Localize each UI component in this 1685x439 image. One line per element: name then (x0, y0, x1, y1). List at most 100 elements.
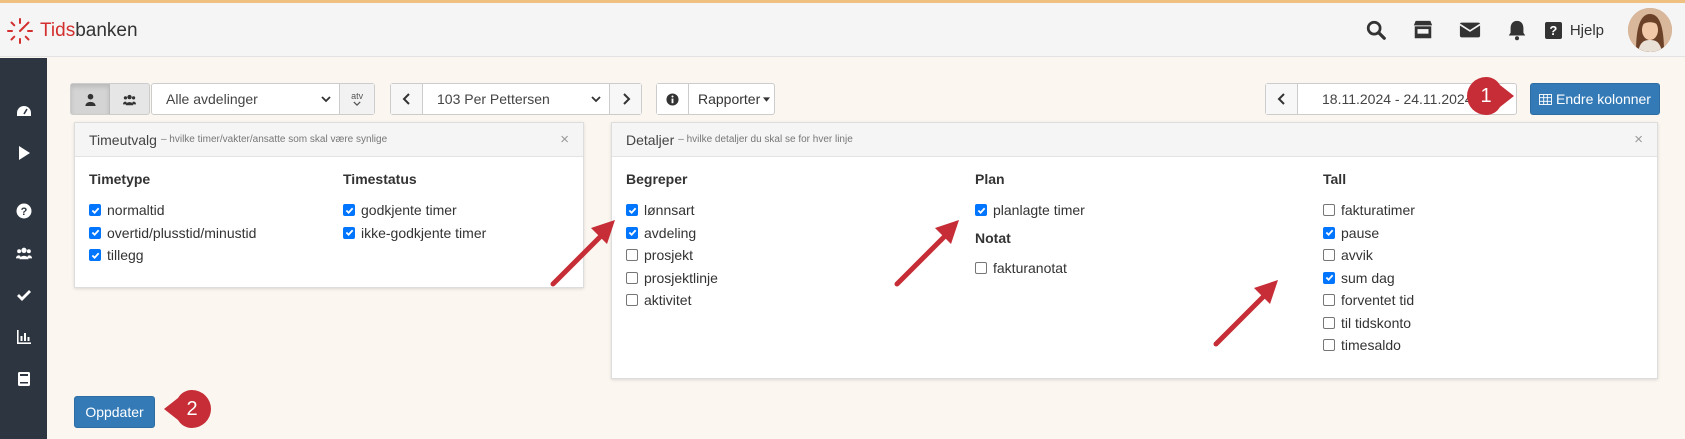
checkbox-label: sum dag (1341, 269, 1395, 286)
checkbox-option[interactable]: ikke-godkjente timer (343, 225, 486, 241)
checkbox-label: tillegg (107, 247, 144, 263)
bar-chart-icon[interactable] (0, 322, 47, 352)
avatar[interactable] (1628, 8, 1672, 52)
checkbox-label: lønnsart (644, 202, 695, 218)
checkbox-label: timesaldo (1341, 337, 1401, 353)
checkbox[interactable] (89, 249, 101, 261)
clock-logo-icon (7, 18, 33, 44)
checkbox-option[interactable]: pause (1323, 225, 1379, 241)
question-icon[interactable]: ? (0, 196, 47, 226)
checkbox[interactable] (1323, 339, 1335, 351)
pointer-arrow (1213, 280, 1278, 347)
department-select-group: Alle avdelinger atv (151, 83, 375, 115)
callout-number-1: 1 (1480, 84, 1492, 107)
checkbox-option[interactable]: til tidskonto (1323, 315, 1411, 331)
details-panel: Detaljer – hvilke detaljer du skal se fo… (611, 122, 1658, 379)
checkbox[interactable] (626, 226, 638, 239)
group-view-button[interactable] (110, 84, 149, 114)
update-button[interactable]: Oppdater (74, 396, 155, 428)
checkbox[interactable] (1323, 316, 1335, 329)
checkbox-option[interactable]: prosjektlinje (626, 270, 718, 286)
checkbox-option[interactable]: normaltid (89, 202, 165, 218)
search-icon[interactable] (1353, 3, 1400, 57)
checkbox-option[interactable]: planlagte timer (975, 202, 1085, 218)
time-selection-subtitle: – hvilke timer/vakter/ansatte som skal v… (160, 134, 388, 145)
department-addon-button[interactable]: atv (339, 84, 374, 114)
checkbox[interactable] (626, 271, 638, 284)
plan-header: Plan (975, 171, 1005, 187)
checkbox[interactable] (1323, 294, 1335, 306)
checkbox[interactable] (343, 204, 355, 216)
single-user-view-button[interactable] (71, 84, 111, 114)
logo[interactable]: Tidsbanken (6, 17, 138, 45)
change-columns-button[interactable]: Endre kolonner (1530, 83, 1660, 115)
question-icon: ? (1544, 21, 1562, 39)
envelope-icon[interactable] (1447, 3, 1494, 57)
chevron-left-icon (402, 93, 410, 105)
navbar-right: ? Hjelp (1353, 3, 1685, 57)
table-icon (1539, 93, 1552, 105)
checkbox[interactable] (626, 204, 638, 216)
checkbox-option[interactable]: lønnsart (626, 202, 695, 218)
numbers-header: Tall (1323, 171, 1347, 187)
checkbox-option[interactable]: overtid/plusstid/minustid (89, 225, 256, 241)
next-employee-button[interactable] (609, 84, 641, 114)
previous-week-button[interactable] (1266, 84, 1298, 114)
info-button[interactable] (657, 84, 689, 114)
checkbox-option[interactable]: timesaldo (1323, 337, 1401, 353)
checkbox[interactable] (975, 204, 987, 216)
check-icon[interactable] (0, 280, 47, 310)
checkbox-option[interactable]: fakturanotat (975, 260, 1067, 276)
checkbox[interactable] (626, 249, 638, 261)
employee-select-value: 103 Per Pettersen (437, 91, 550, 107)
checkbox-label: prosjekt (644, 247, 694, 263)
bell-icon[interactable] (1494, 3, 1541, 57)
checkbox[interactable] (89, 204, 101, 216)
checkbox[interactable] (975, 262, 987, 274)
info-icon (666, 92, 679, 106)
checkbox-option[interactable]: avvik (1323, 247, 1373, 263)
checkbox-label: planlagte timer (993, 202, 1085, 218)
checkbox[interactable] (626, 294, 638, 306)
note-header: Notat (975, 230, 1011, 246)
pointer-arrow (894, 220, 959, 287)
close-icon[interactable]: × (560, 131, 569, 148)
checkbox-option[interactable]: sum dag (1323, 270, 1395, 286)
reports-dropdown[interactable]: Rapporter (689, 91, 771, 107)
checkbox[interactable] (1323, 204, 1335, 216)
checkbox-option[interactable]: aktivitet (626, 292, 691, 308)
close-icon[interactable]: × (1634, 131, 1643, 148)
top-navbar: Tidsbanken ? Hjelp (0, 3, 1685, 57)
checkbox-option[interactable]: avdeling (626, 225, 696, 241)
play-icon[interactable] (0, 138, 47, 168)
view-toggle-group (70, 83, 150, 115)
checkbox[interactable] (1323, 271, 1335, 284)
book-icon[interactable] (0, 364, 47, 394)
department-select[interactable]: Alle avdelinger (152, 84, 339, 114)
checkbox[interactable] (343, 226, 355, 239)
checkbox[interactable] (1323, 226, 1335, 239)
previous-employee-button[interactable] (391, 84, 423, 114)
checkbox-option[interactable]: forventet tid (1323, 292, 1414, 308)
callout-number-2: 2 (186, 397, 198, 420)
help-link[interactable]: ? Hjelp (1541, 3, 1610, 57)
dashboard-icon[interactable] (0, 96, 47, 126)
checkbox[interactable] (89, 226, 101, 239)
users-icon[interactable] (0, 238, 47, 268)
check-icon (1325, 229, 1333, 237)
store-icon[interactable] (1400, 3, 1447, 57)
reports-group: Rapporter (656, 83, 775, 115)
checkbox[interactable] (1323, 249, 1335, 261)
brand-name: Tidsbanken (40, 20, 138, 42)
checkbox-option[interactable]: prosjekt (626, 247, 693, 263)
checkbox-option[interactable]: fakturatimer (1323, 202, 1415, 218)
employee-select[interactable]: 103 Per Pettersen (423, 84, 609, 114)
checkbox-option[interactable]: godkjente timer (343, 202, 457, 218)
pointer-arrow (550, 220, 615, 287)
brand-name-red: Tids (40, 20, 76, 41)
check-icon (345, 229, 353, 237)
time-type-header: Timetype (89, 171, 151, 187)
caret-down-icon (763, 96, 771, 102)
checkbox-option[interactable]: tillegg (89, 247, 144, 263)
employee-navigator: 103 Per Pettersen (390, 83, 642, 115)
